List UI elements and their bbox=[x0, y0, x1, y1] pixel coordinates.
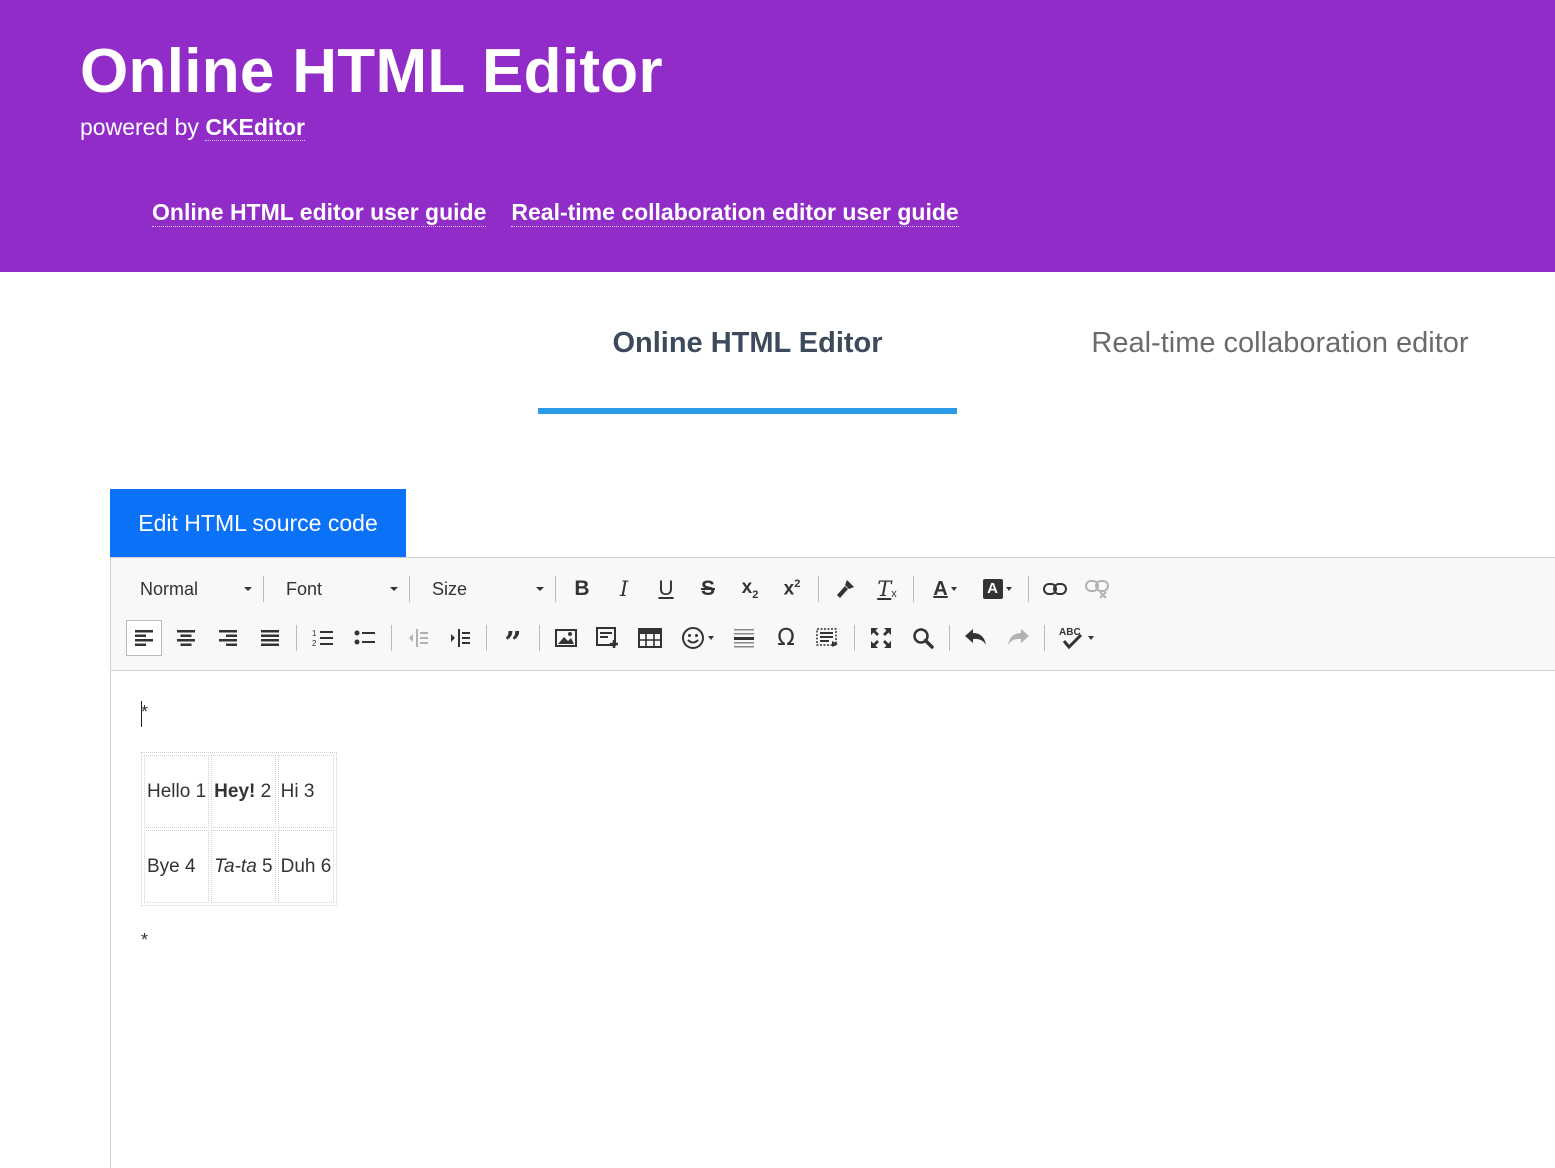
chevron-down-icon bbox=[390, 587, 398, 591]
strikethrough-icon[interactable]: S bbox=[690, 571, 726, 607]
table-cell[interactable]: Ta-ta 5 bbox=[211, 830, 276, 903]
separator bbox=[1044, 625, 1045, 651]
collab-guide-link[interactable]: Real-time collaboration editor user guid… bbox=[511, 199, 959, 227]
justify-icon[interactable] bbox=[252, 620, 288, 656]
svg-text:ABC: ABC bbox=[1059, 627, 1081, 638]
horizontal-line-icon[interactable] bbox=[726, 620, 762, 656]
separator bbox=[913, 576, 914, 602]
separator bbox=[555, 576, 556, 602]
cell-text: Duh 6 bbox=[280, 855, 332, 877]
numbered-list-icon[interactable]: 12 bbox=[305, 620, 341, 656]
rich-text-editor: Normal Font Size B I U S x2 x2 Tx A A 1 … bbox=[110, 557, 1555, 1168]
content-table[interactable]: Hello 1 Hey! 2 Hi 3 Bye 4 Ta-ta 5 Duh 6 bbox=[141, 752, 338, 906]
table-cell[interactable]: Hi 3 bbox=[277, 755, 335, 828]
ckeditor-link[interactable]: CKEditor bbox=[205, 114, 305, 141]
italic-icon[interactable]: I bbox=[606, 571, 642, 607]
table-cell[interactable]: Bye 4 bbox=[144, 830, 210, 903]
cell-text: 2 bbox=[255, 780, 272, 802]
separator bbox=[296, 625, 297, 651]
tab-realtime-collaboration[interactable]: Real-time collaboration editor bbox=[1060, 272, 1500, 414]
table-row: Hello 1 Hey! 2 Hi 3 bbox=[144, 755, 335, 828]
font-dropdown[interactable]: Font bbox=[269, 573, 404, 605]
cell-text: Hi 3 bbox=[280, 780, 315, 802]
toolbar-row-2: 12 ” Ω ABC bbox=[123, 618, 1102, 659]
superscript-icon[interactable]: x2 bbox=[774, 571, 810, 607]
font-value: Font bbox=[286, 578, 323, 599]
cell-text: Bye 4 bbox=[147, 855, 196, 877]
image-icon[interactable] bbox=[548, 620, 584, 656]
bold-icon[interactable]: B bbox=[564, 571, 600, 607]
chevron-down-icon bbox=[536, 587, 544, 591]
text-color-icon[interactable]: A bbox=[922, 571, 968, 607]
copy-format-icon[interactable] bbox=[827, 571, 863, 607]
decrease-indent-icon[interactable] bbox=[400, 620, 436, 656]
tab-online-html-editor[interactable]: Online HTML Editor bbox=[538, 272, 957, 414]
remove-format-icon[interactable]: Tx bbox=[869, 571, 905, 607]
undo-icon[interactable] bbox=[958, 620, 994, 656]
svg-text:2: 2 bbox=[312, 639, 317, 648]
separator bbox=[949, 625, 950, 651]
align-right-icon[interactable] bbox=[210, 620, 246, 656]
separator bbox=[391, 625, 392, 651]
redo-icon[interactable] bbox=[1000, 620, 1036, 656]
align-center-icon[interactable] bbox=[168, 620, 204, 656]
table-icon[interactable] bbox=[632, 620, 668, 656]
background-color-icon[interactable]: A bbox=[974, 571, 1020, 607]
guide-links: Online HTML editor user guide Real-time … bbox=[152, 199, 959, 227]
edit-source-button[interactable]: Edit HTML source code bbox=[110, 489, 406, 557]
toolbar-row-1: Normal Font Size B I U S x2 x2 Tx A A bbox=[123, 569, 1118, 609]
table-cell[interactable]: Duh 6 bbox=[277, 830, 335, 903]
page-title: Online HTML Editor bbox=[80, 37, 663, 106]
subtitle: powered by CKEditor bbox=[80, 114, 305, 141]
separator bbox=[409, 576, 410, 602]
separator bbox=[818, 576, 819, 602]
subtitle-prefix: powered by bbox=[80, 114, 206, 140]
cell-text: Hello 1 bbox=[147, 780, 207, 802]
paragraph-marker: * bbox=[141, 702, 149, 722]
align-left-icon[interactable] bbox=[126, 620, 162, 656]
find-icon[interactable] bbox=[905, 620, 941, 656]
italic-text: Ta-ta bbox=[214, 855, 257, 877]
chevron-down-icon bbox=[244, 587, 252, 591]
format-dropdown[interactable]: Normal bbox=[123, 573, 258, 605]
special-char-icon[interactable]: Ω bbox=[768, 620, 804, 656]
underline-icon[interactable]: U bbox=[648, 571, 684, 607]
separator bbox=[854, 625, 855, 651]
paragraph-marker: * bbox=[141, 930, 149, 950]
editor-toolbar: Normal Font Size B I U S x2 x2 Tx A A 1 … bbox=[111, 558, 1555, 671]
emoji-icon[interactable] bbox=[674, 620, 720, 656]
separator bbox=[263, 576, 264, 602]
editor-tabs: Online HTML Editor Real-time collaborati… bbox=[0, 272, 1555, 417]
editor-guide-link[interactable]: Online HTML editor user guide bbox=[152, 199, 487, 227]
separator bbox=[1028, 576, 1029, 602]
embed-icon[interactable] bbox=[590, 620, 626, 656]
separator bbox=[486, 625, 487, 651]
blockquote-icon[interactable]: ” bbox=[495, 620, 531, 659]
size-value: Size bbox=[432, 578, 468, 599]
show-blocks-icon[interactable] bbox=[810, 620, 846, 656]
format-value: Normal bbox=[140, 578, 199, 599]
unlink-icon[interactable] bbox=[1079, 571, 1115, 607]
bulleted-list-icon[interactable] bbox=[347, 620, 383, 656]
maximize-icon[interactable] bbox=[863, 620, 899, 656]
table-cell[interactable]: Hello 1 bbox=[144, 755, 210, 828]
bold-text: Hey! bbox=[214, 780, 256, 802]
separator bbox=[539, 625, 540, 651]
table-cell[interactable]: Hey! 2 bbox=[211, 755, 276, 828]
increase-indent-icon[interactable] bbox=[442, 620, 478, 656]
spellcheck-icon[interactable]: ABC bbox=[1053, 620, 1099, 656]
cell-text: 5 bbox=[256, 855, 273, 877]
header-banner: Online HTML Editor powered by CKEditor O… bbox=[0, 0, 1555, 272]
subscript-icon[interactable]: x2 bbox=[732, 571, 768, 607]
link-icon[interactable] bbox=[1037, 571, 1073, 607]
size-dropdown[interactable]: Size bbox=[415, 573, 550, 605]
svg-text:1: 1 bbox=[312, 629, 317, 638]
table-row: Bye 4 Ta-ta 5 Duh 6 bbox=[144, 830, 335, 903]
